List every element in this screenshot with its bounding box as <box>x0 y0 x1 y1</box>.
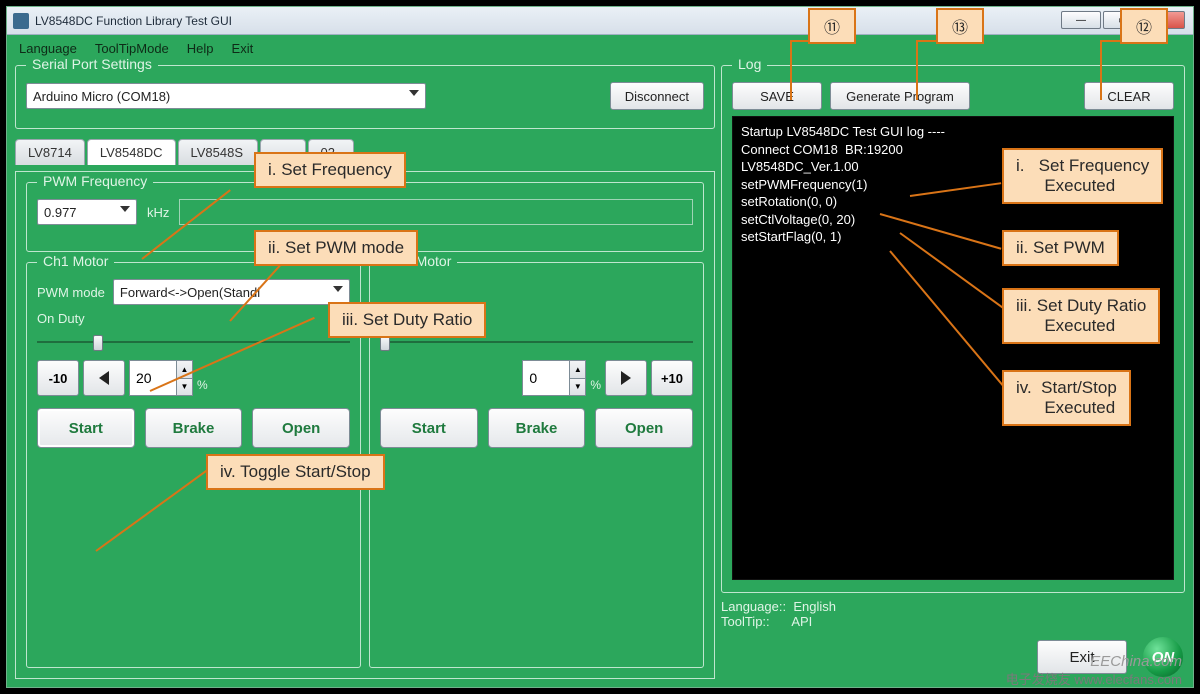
status-tip-value: API <box>791 614 812 629</box>
ch2-pct: % <box>590 378 601 392</box>
minimize-button[interactable]: — <box>1061 11 1101 29</box>
triangle-right-icon <box>621 371 631 385</box>
disconnect-button[interactable]: Disconnect <box>610 82 704 110</box>
spin-up-icon[interactable]: ▲ <box>569 361 585 379</box>
status-row: Language:: English <box>721 599 1185 614</box>
ch2-duty-value: 0 <box>529 370 537 386</box>
pwm-mode-value: Forward<->Open(Standl <box>120 285 260 300</box>
titlebar: LV8548DC Function Library Test GUI — ▭ ✕ <box>7 7 1193 35</box>
spin-down-icon[interactable]: ▼ <box>176 379 192 396</box>
annotation-line <box>790 40 792 100</box>
chevron-down-icon <box>333 286 343 292</box>
ch1-minus10-button[interactable]: -10 <box>37 360 79 396</box>
ch2-duty-input[interactable]: 0 ▲▼ <box>522 360 586 396</box>
ch1-open-button[interactable]: Open <box>252 408 350 448</box>
ch1-legend: Ch1 Motor <box>37 253 114 269</box>
status-tip-label: ToolTip:: <box>721 614 770 629</box>
pwm-mode-label: PWM mode <box>37 285 105 300</box>
triangle-left-icon <box>99 371 109 385</box>
log-line: setCtlVoltage(0, 20) <box>741 211 1165 229</box>
log-clear-button[interactable]: CLEAR <box>1084 82 1174 110</box>
app-icon <box>13 13 29 29</box>
app-window: LV8548DC Function Library Test GUI — ▭ ✕… <box>6 6 1194 688</box>
menubar: Language ToolTipMode Help Exit <box>7 35 1193 61</box>
annotation-r2: ii. Set PWM <box>1002 230 1119 266</box>
ch1-duty-input[interactable]: 20 ▲▼ <box>129 360 193 396</box>
tab-lv8548dc[interactable]: LV8548DC <box>87 139 176 165</box>
pwm-freq-legend: PWM Frequency <box>37 173 153 189</box>
pwm-freq-spacer <box>179 199 693 225</box>
ch1-duty-value: 20 <box>136 370 152 386</box>
status-lang-value: English <box>793 599 836 614</box>
ch1-step-left-button[interactable] <box>83 360 125 396</box>
ch1-brake-button[interactable]: Brake <box>145 408 243 448</box>
annotation-12: ⑫ <box>1120 8 1168 44</box>
ch2-plus10-button[interactable]: +10 <box>651 360 693 396</box>
annotation-line <box>916 40 918 100</box>
annotation-11: ⑪ <box>808 8 856 44</box>
chevron-down-icon <box>409 90 419 96</box>
menu-language[interactable]: Language <box>19 41 77 56</box>
serial-port-settings: Serial Port Settings Arduino Micro (COM1… <box>15 65 715 129</box>
tab-lv8548s[interactable]: LV8548S <box>178 139 258 165</box>
chevron-down-icon <box>120 206 130 212</box>
pwm-mode-combo[interactable]: Forward<->Open(Standl <box>113 279 350 305</box>
serial-port-combo[interactable]: Arduino Micro (COM18) <box>26 83 426 109</box>
ch2-brake-button[interactable]: Brake <box>488 408 586 448</box>
annotation-r3: iii. Set Duty Ratio Executed <box>1002 288 1160 344</box>
annotation-13: ⑬ <box>936 8 984 44</box>
ch1-start-button[interactable]: Start <box>37 408 135 448</box>
menu-help[interactable]: Help <box>187 41 214 56</box>
slider-track <box>380 341 693 343</box>
serial-legend: Serial Port Settings <box>26 56 158 72</box>
pwm-frequency-combo[interactable]: 0.977 <box>37 199 137 225</box>
ch2-start-button[interactable]: Start <box>380 408 478 448</box>
pwm-freq-unit: kHz <box>147 205 169 220</box>
annotation-toggle-start: iv. Toggle Start/Stop <box>206 454 385 490</box>
annotation-line <box>1100 40 1102 100</box>
menu-tooltipmode[interactable]: ToolTipMode <box>95 41 169 56</box>
log-legend: Log <box>732 56 767 72</box>
ch2-step-right-button[interactable] <box>605 360 647 396</box>
watermark-eechina: EEChina.com <box>1090 653 1182 670</box>
annotation-r1: i. Set Frequency Executed <box>1002 148 1163 204</box>
annotation-set-frequency: i. Set Frequency <box>254 152 406 188</box>
annotation-set-duty-ratio: iii. Set Duty Ratio <box>328 302 486 338</box>
pwm-frequency-value: 0.977 <box>44 205 77 220</box>
annotation-set-pwm-mode: ii. Set PWM mode <box>254 230 418 266</box>
menu-exit[interactable]: Exit <box>232 41 254 56</box>
ch1-onduty-label: On Duty <box>37 311 85 326</box>
window-title: LV8548DC Function Library Test GUI <box>35 14 1187 28</box>
log-save-button[interactable]: SAVE <box>732 82 822 110</box>
annotation-r4: iv. Start/Stop Executed <box>1002 370 1131 426</box>
slider-thumb[interactable] <box>93 335 103 351</box>
ch1-pct: % <box>197 378 208 392</box>
slider-track <box>37 341 350 343</box>
log-line: Startup LV8548DC Test GUI log ---- <box>741 123 1165 141</box>
serial-port-value: Arduino Micro (COM18) <box>33 89 170 104</box>
spin-down-icon[interactable]: ▼ <box>569 379 585 396</box>
tab-lv8714[interactable]: LV8714 <box>15 139 85 165</box>
status-row2: ToolTip:: API <box>721 614 1185 629</box>
status-lang-label: Language:: <box>721 599 786 614</box>
watermark-elecfans: 电子发烧友 www.elecfans.com <box>1006 669 1182 688</box>
ch2-open-button[interactable]: Open <box>595 408 693 448</box>
log-generate-button[interactable]: Generate Program <box>830 82 970 110</box>
ch1-duty-slider[interactable] <box>37 332 350 352</box>
